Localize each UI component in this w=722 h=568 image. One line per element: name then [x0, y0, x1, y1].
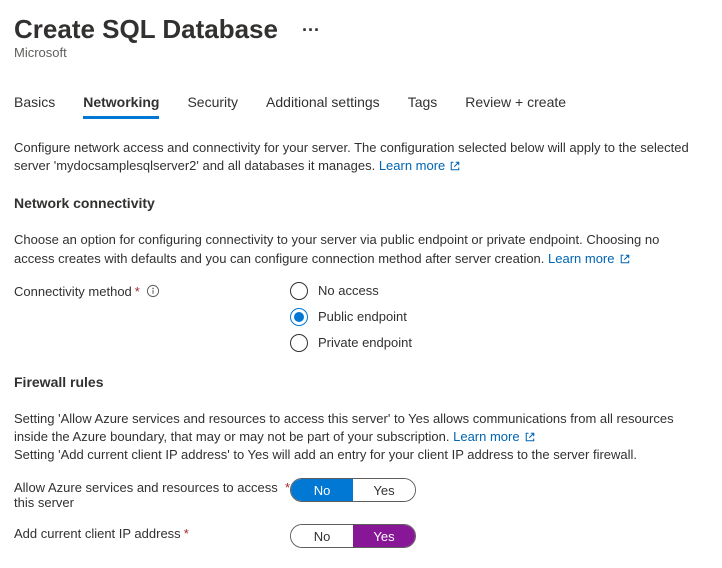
allow-azure-label: Allow Azure services and resources to ac…: [14, 480, 282, 510]
radio-private-endpoint[interactable]: Private endpoint: [290, 334, 412, 352]
radio-outline: [290, 282, 308, 300]
firewall-desc: Setting 'Allow Azure services and resour…: [14, 410, 702, 465]
connectivity-learn-more-link[interactable]: Learn more: [548, 250, 630, 268]
connectivity-method-radios: No access Public endpoint Private endpoi…: [290, 282, 412, 352]
allow-azure-toggle[interactable]: No Yes: [290, 478, 416, 502]
radio-outline: [290, 308, 308, 326]
intro-text: Configure network access and connectivit…: [14, 139, 702, 175]
firewall-line1: Setting 'Allow Azure services and resour…: [14, 411, 674, 444]
intro-learn-more-label: Learn more: [379, 157, 445, 175]
required-marker: *: [135, 284, 140, 299]
intro-body: Configure network access and connectivit…: [14, 140, 689, 173]
required-marker: *: [184, 526, 189, 541]
radio-public-endpoint-label: Public endpoint: [318, 309, 407, 324]
tab-networking[interactable]: Networking: [83, 90, 159, 119]
radio-dot: [294, 312, 304, 322]
tab-basics[interactable]: Basics: [14, 90, 55, 119]
tab-additional-settings[interactable]: Additional settings: [266, 90, 380, 119]
page-title: Create SQL Database: [14, 14, 278, 45]
publisher-label: Microsoft: [14, 45, 702, 60]
radio-no-access[interactable]: No access: [290, 282, 412, 300]
radio-private-endpoint-label: Private endpoint: [318, 335, 412, 350]
client-ip-label: Add current client IP address: [14, 526, 181, 541]
client-ip-toggle[interactable]: No Yes: [290, 524, 416, 548]
tab-review-create[interactable]: Review + create: [465, 90, 566, 119]
firewall-learn-more-link[interactable]: Learn more: [453, 428, 535, 446]
connectivity-desc: Choose an option for configuring connect…: [14, 231, 702, 267]
radio-public-endpoint[interactable]: Public endpoint: [290, 308, 412, 326]
connectivity-method-label: Connectivity method: [14, 284, 132, 299]
radio-outline: [290, 334, 308, 352]
firewall-learn-more-label: Learn more: [453, 428, 519, 446]
tab-strip: Basics Networking Security Additional se…: [14, 90, 702, 119]
client-ip-no[interactable]: No: [291, 525, 353, 547]
firewall-line2: Setting 'Add current client IP address' …: [14, 447, 637, 462]
firewall-rules-heading: Firewall rules: [14, 374, 702, 390]
client-ip-yes[interactable]: Yes: [353, 525, 415, 547]
external-link-icon: [524, 431, 536, 443]
network-connectivity-heading: Network connectivity: [14, 195, 702, 211]
allow-azure-no[interactable]: No: [291, 479, 353, 501]
tab-security[interactable]: Security: [187, 90, 238, 119]
allow-azure-yes[interactable]: Yes: [353, 479, 415, 501]
connectivity-learn-more-label: Learn more: [548, 250, 614, 268]
tab-tags[interactable]: Tags: [408, 90, 438, 119]
more-actions-button[interactable]: ···: [302, 21, 320, 39]
external-link-icon: [449, 160, 461, 172]
intro-learn-more-link[interactable]: Learn more: [379, 157, 461, 175]
radio-no-access-label: No access: [318, 283, 379, 298]
external-link-icon: [619, 253, 631, 265]
info-icon[interactable]: [146, 284, 160, 298]
